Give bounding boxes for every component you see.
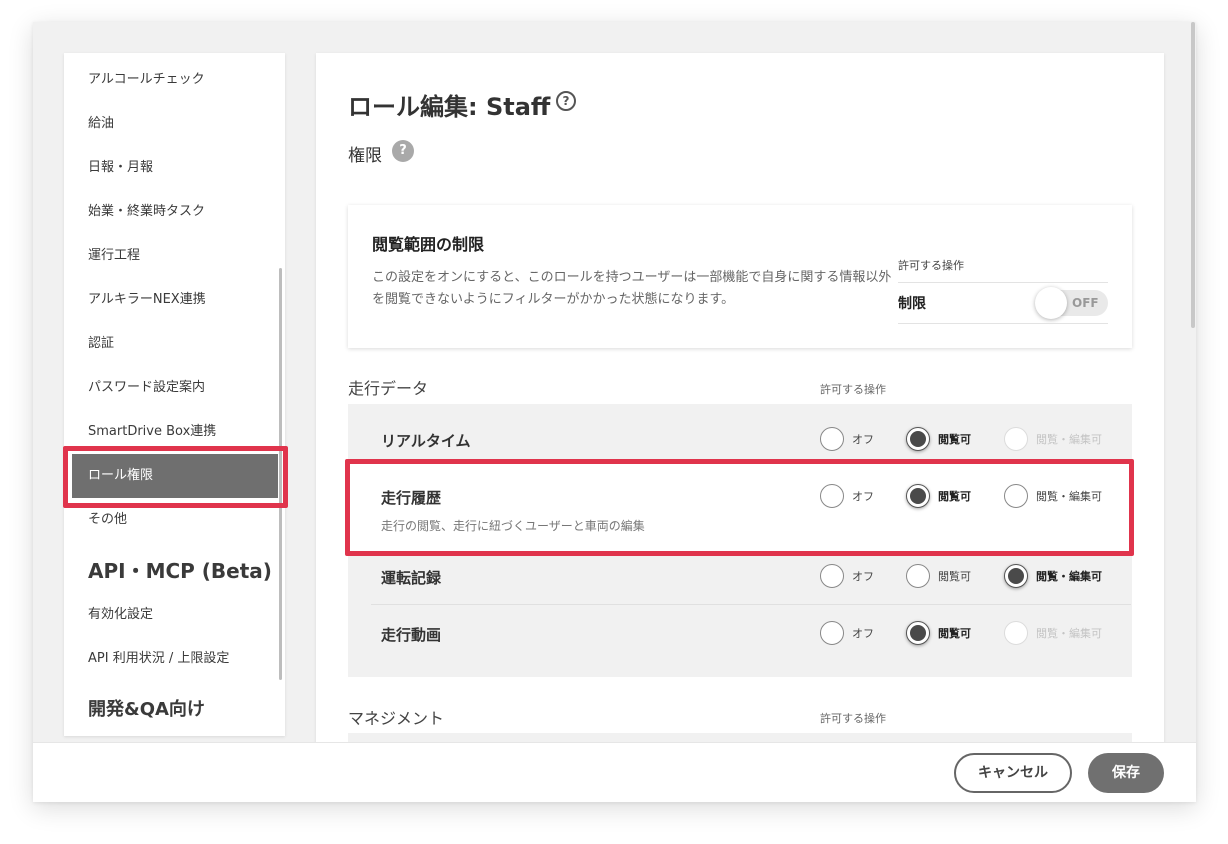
restriction-title: 閲覧範囲の制限 (372, 235, 485, 254)
radio-view-edit[interactable]: 閲覧・編集可 (1004, 484, 1102, 508)
divider (371, 604, 1131, 605)
sidebar-item-api-usage[interactable]: API 利用状況 / 上限設定 (64, 637, 285, 681)
restriction-name: 制限 (898, 296, 926, 312)
cancel-button[interactable]: キャンセル (954, 753, 1072, 793)
radio-view[interactable]: 閲覧可 (906, 621, 971, 645)
sidebar-scrollbar[interactable] (279, 268, 282, 680)
sidebar-heading-api: API・MCP (Beta) (88, 559, 272, 583)
row-description: 走行の閲覧、走行に紐づくユーザーと車両の編集 (381, 519, 645, 533)
divider (898, 323, 1108, 324)
radio-off[interactable]: オフ (820, 564, 874, 588)
radio-view[interactable]: 閲覧可 (906, 427, 971, 451)
row-name: 走行履歴 (381, 489, 442, 507)
radio-view-edit[interactable]: 閲覧・編集可 (1004, 564, 1102, 588)
footer-bar: キャンセル 保存 (33, 742, 1196, 802)
sidebar-item-authentication[interactable]: 認証 (64, 322, 285, 366)
sidebar-item-daily-monthly-report[interactable]: 日報・月報 (64, 146, 285, 190)
sidebar-item-other[interactable]: その他 (64, 498, 285, 542)
sidebar-heading-dev: 開発&QA向け (88, 699, 205, 720)
view-restriction-card: 閲覧範囲の制限 この設定をオンにすると、このロールを持つユーザーは一部機能で自身… (348, 205, 1132, 348)
sidebar-item-enable-settings[interactable]: 有効化設定 (64, 593, 285, 637)
radio-off[interactable]: オフ (820, 427, 874, 451)
save-button[interactable]: 保存 (1088, 753, 1164, 793)
toggle-knob (1035, 287, 1067, 319)
help-icon[interactable]: ? (392, 140, 414, 162)
main-panel: ロール編集: Staff ? 権限 ? 閲覧範囲の制限 この設定をオンにすると、… (316, 53, 1164, 753)
sidebar-item-alcohol-check[interactable]: アルコールチェック (64, 58, 285, 102)
radio-view-edit: 閲覧・編集可 (1004, 427, 1102, 451)
sidebar-item-operation-process[interactable]: 運行工程 (64, 234, 285, 278)
sidebar-item-password-guide[interactable]: パスワード設定案内 (64, 366, 285, 410)
sidebar-item-start-end-tasks[interactable]: 始業・終業時タスク (64, 190, 285, 234)
radio-view[interactable]: 閲覧可 (906, 564, 971, 588)
allowed-operations-label: 許可する操作 (820, 383, 886, 396)
row-name: 運転記録 (381, 569, 442, 587)
radio-view-edit: 閲覧・編集可 (1004, 621, 1102, 645)
divider (898, 282, 1108, 283)
toggle-state-label: OFF (1072, 296, 1099, 310)
sidebar-item-role-permissions[interactable]: ロール権限 (72, 454, 278, 498)
permissions-heading: 権限 (348, 146, 382, 166)
section-management: マネジメント (348, 709, 445, 728)
restriction-toggle[interactable]: OFF (1035, 287, 1108, 319)
radio-off[interactable]: オフ (820, 484, 874, 508)
settings-window: アルコールチェック 給油 日報・月報 始業・終業時タスク 運行工程 アルキラーN… (33, 22, 1196, 802)
allowed-operations-label: 許可する操作 (898, 259, 964, 272)
sidebar-item-smartdrive-box[interactable]: SmartDrive Box連携 (64, 410, 285, 454)
section-driving-data: 走行データ (348, 379, 429, 398)
allowed-operations-label: 許可する操作 (820, 712, 886, 725)
help-icon[interactable]: ? (556, 91, 576, 111)
restriction-description: この設定をオンにすると、このロールを持つユーザーは一部機能で自身に関する情報以外… (372, 270, 892, 307)
sidebar: アルコールチェック 給油 日報・月報 始業・終業時タスク 運行工程 アルキラーN… (64, 53, 285, 736)
sidebar-item-refuel[interactable]: 給油 (64, 102, 285, 146)
radio-view[interactable]: 閲覧可 (906, 484, 971, 508)
page-title: ロール編集: Staff (348, 93, 551, 121)
radio-off[interactable]: オフ (820, 621, 874, 645)
row-name: 走行動画 (381, 626, 442, 644)
sidebar-item-alkiller-nex[interactable]: アルキラーNEX連携 (64, 278, 285, 322)
main-scrollbar[interactable] (1191, 22, 1195, 328)
row-name: リアルタイム (381, 432, 471, 450)
